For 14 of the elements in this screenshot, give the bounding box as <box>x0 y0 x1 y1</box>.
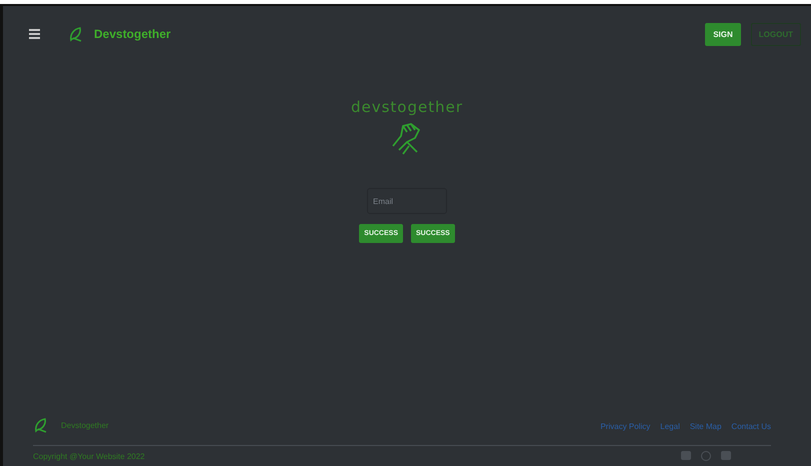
copyright-text: Copyright @Your Website 2022 <box>33 452 145 460</box>
leaf-logo-icon <box>33 417 49 433</box>
brand-name[interactable]: Devstogether <box>94 27 171 41</box>
footer-link[interactable]: Legal <box>660 422 680 431</box>
footer-brand: Devstogether <box>61 420 109 430</box>
footer-link[interactable]: Site Map <box>690 422 722 431</box>
logout-button[interactable]: LOGOUT <box>750 22 801 46</box>
menu-icon[interactable] <box>29 29 40 39</box>
logo-title: devstogether <box>350 98 464 116</box>
footer-link[interactable]: Privacy Policy <box>600 422 650 431</box>
leaf-logo-icon <box>68 26 84 42</box>
sign-button[interactable]: SIGN <box>705 22 741 46</box>
footer-link[interactable]: Contact Us <box>731 422 771 431</box>
email-field[interactable]: Email <box>367 188 447 214</box>
